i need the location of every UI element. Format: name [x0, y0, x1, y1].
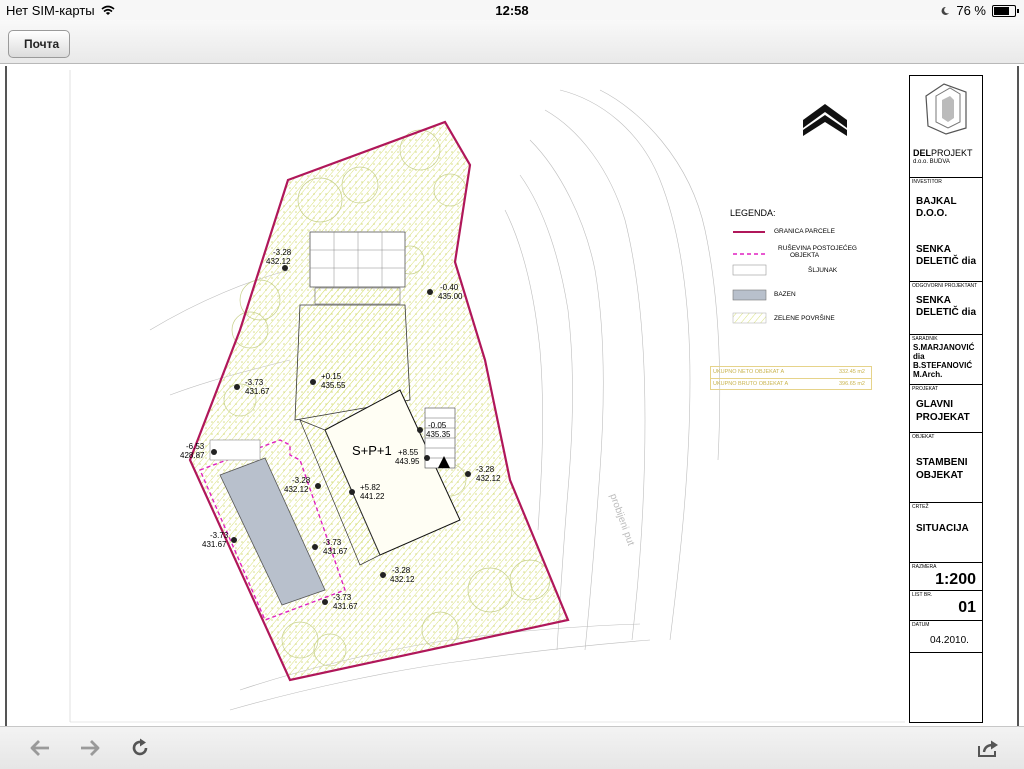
neto-row: UKUPNO NETO OBJEKAT A 332.45 m2 [711, 367, 871, 379]
svg-text:435.00: 435.00 [438, 292, 463, 301]
svg-text:-3.73: -3.73 [333, 593, 352, 602]
company-name: DELPROJEKT [913, 148, 973, 158]
reload-button[interactable] [126, 735, 154, 761]
svg-text:432.12: 432.12 [390, 575, 415, 584]
status-right: 76 % [940, 3, 1019, 18]
title-block-footer [910, 652, 982, 723]
legend-symbols [732, 231, 767, 324]
svg-text:+0.15: +0.15 [321, 372, 342, 381]
svg-text:-6.53: -6.53 [186, 442, 205, 451]
svg-text:435.55: 435.55 [321, 381, 346, 390]
back-button[interactable] [26, 735, 54, 761]
upper-terrace [309, 231, 406, 288]
reload-icon [132, 738, 148, 756]
svg-text:431.67: 431.67 [202, 540, 227, 549]
object-section: OBJEKAT STAMBENI OBJEKAT [910, 432, 982, 503]
steps [314, 287, 401, 305]
legend-title: LEGENDA: [730, 208, 776, 218]
svg-text:-3.28: -3.28 [392, 566, 411, 575]
legend-item: RUŠEVINA POSTOJEĆEG [778, 245, 857, 252]
moon-icon [941, 6, 950, 15]
svg-text:-3.28: -3.28 [273, 248, 292, 257]
date-section: DATUM 04.2010. [910, 620, 982, 653]
svg-text:435.35: 435.35 [426, 430, 451, 439]
back-to-mail-button[interactable]: Почта [8, 30, 71, 58]
nav-bar: Почта [0, 20, 1024, 64]
bottom-toolbar [0, 726, 1024, 769]
battery-icon [992, 4, 1019, 17]
svg-text:+8.55: +8.55 [398, 448, 419, 457]
legend-item: GRANICA PARCELE [774, 228, 835, 235]
legend-item: ZELENE POVRŠINE [774, 315, 835, 322]
svg-text:-0.05: -0.05 [428, 421, 447, 430]
associate-section: SARADNIK S.MARJANOVIĆ dia B.STEFANOVIĆ M… [910, 334, 982, 385]
legend-item: OBJEKTA [790, 252, 820, 259]
svg-text:441.22: 441.22 [360, 492, 385, 501]
forward-button[interactable] [76, 735, 104, 761]
scale-section: RAZMERA 1:200 [910, 562, 982, 591]
svg-text:+5.82: +5.82 [360, 483, 381, 492]
north-arrow-icon [803, 104, 847, 136]
sheet-section: CRTEŽ SITUACIJA [910, 502, 982, 563]
legend-item: ŠLJUNAK [808, 267, 838, 274]
road-label: probijeni put [607, 492, 636, 547]
svg-text:-3.28: -3.28 [292, 476, 311, 485]
svg-text:-3.73: -3.73 [245, 378, 264, 387]
svg-text:432.12: 432.12 [284, 485, 309, 494]
svg-text:-3.28: -3.28 [476, 465, 495, 474]
svg-text:432.12: 432.12 [266, 257, 291, 266]
arrow-left-icon [30, 740, 49, 756]
battery-percent: 76 % [956, 3, 986, 18]
arrow-right-icon [81, 740, 100, 756]
project-section: PROJEKAT GLAVNI PROJEKAT [910, 384, 982, 433]
battery-fill [994, 6, 1010, 15]
company-logo [925, 83, 967, 135]
clock: 12:58 [495, 3, 529, 18]
svg-text:428.87: 428.87 [180, 451, 205, 460]
status-bar: Нет SIM-карты 12:58 76 % [0, 0, 1024, 20]
svg-text:431.67: 431.67 [245, 387, 270, 396]
legend-item: BAZEN [774, 291, 796, 298]
svg-text:-3.73: -3.73 [323, 538, 342, 547]
bruto-row: UKUPNO BRUTO OBJEKAT A 396.65 m2 [713, 381, 865, 387]
responsible-section: ODGOVORNI PROJEKTANT SENKA DELETIČ dia [910, 281, 982, 337]
svg-text:431.67: 431.67 [333, 602, 358, 611]
svg-text:-0.40: -0.40 [440, 283, 459, 292]
share-icon [978, 740, 998, 757]
building-label: S+P+1 [352, 443, 392, 458]
svg-text:443.95: 443.95 [395, 457, 420, 466]
svg-text:432.12: 432.12 [476, 474, 501, 483]
sheet-number-section: LIST BR. 01 [910, 590, 982, 621]
pool-deck [209, 439, 261, 461]
company-sub: d.o.o. BUDVA [913, 159, 950, 165]
svg-text:-3.73: -3.73 [210, 531, 229, 540]
area-summary: UKUPNO NETO OBJEKAT A 332.45 m2 UKUPNO BR… [710, 366, 872, 390]
investor-section: INVESTITOR BAJKAL D.O.O. SENKA DELETIČ d… [910, 177, 982, 267]
share-button[interactable] [974, 735, 1002, 761]
site-plan-drawing: probijeni put S+P+1 -3.28432.12 -0.40435… [69, 70, 905, 723]
svg-text:431.67: 431.67 [323, 547, 348, 556]
title-block: DELPROJEKT d.o.o. BUDVA INVESTITOR BAJKA… [909, 75, 983, 723]
